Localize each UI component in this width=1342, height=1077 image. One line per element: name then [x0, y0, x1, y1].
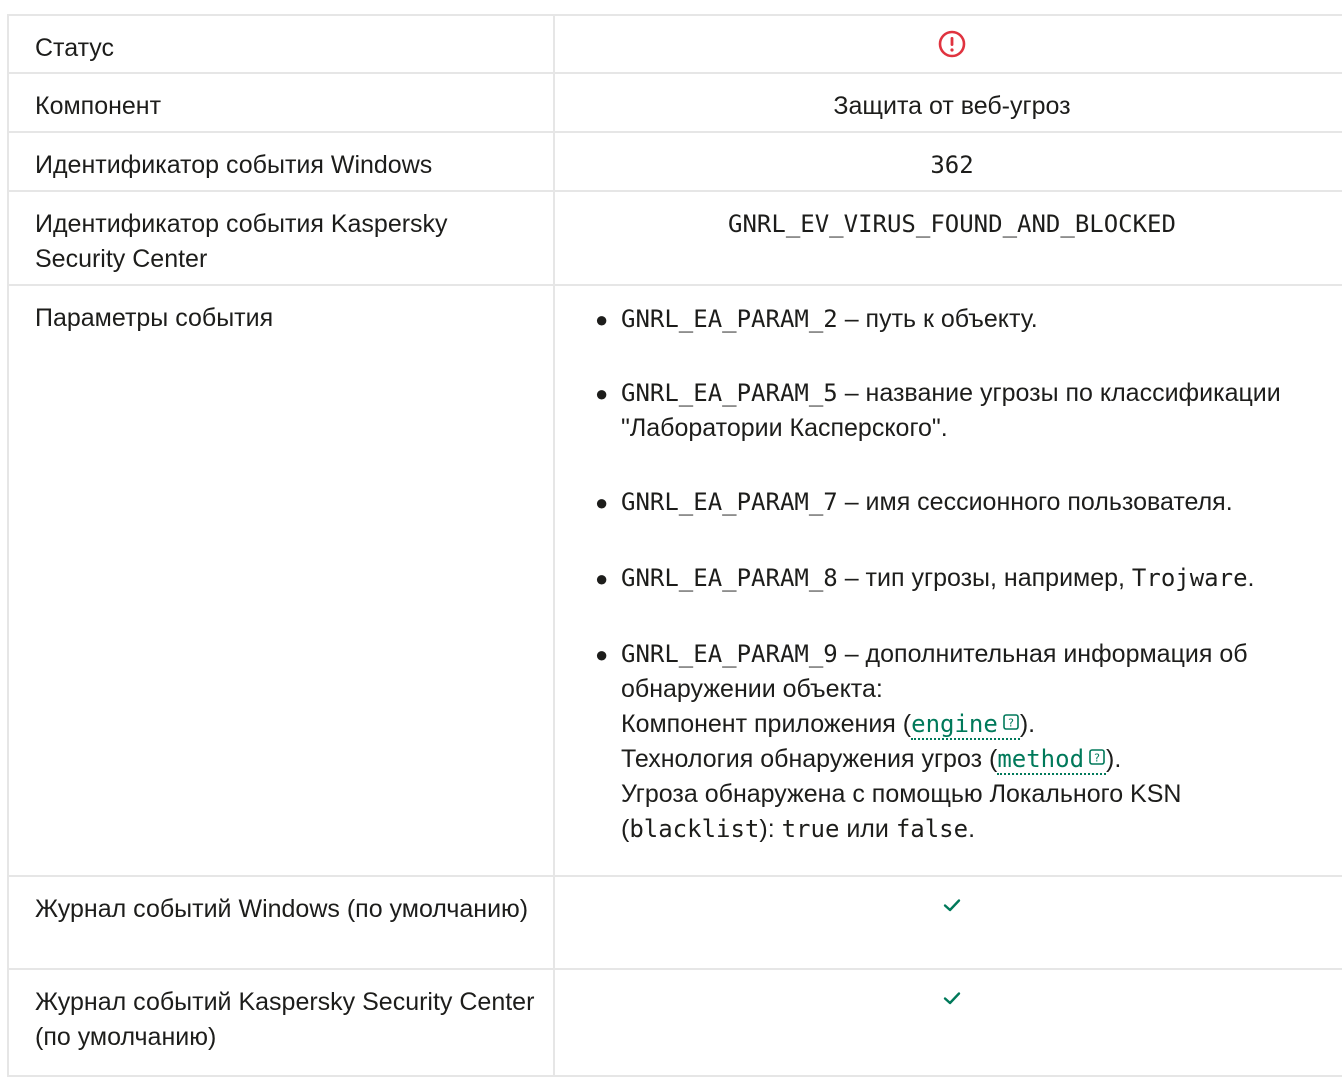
svg-text:?: ? — [1008, 717, 1014, 730]
windows-log-value — [553, 875, 1342, 970]
ksc-id-label: Идентификатор события Kaspersky Security… — [7, 190, 555, 286]
list-item: ● GNRL_EA_PARAM_9 – дополнительная информ… — [595, 640, 1248, 843]
component-label: Компонент — [7, 72, 555, 133]
table-row-component: Компонент Защита от веб-угроз — [7, 72, 1342, 133]
table-row-status: Статус — [7, 14, 1342, 74]
checkmark-icon — [941, 891, 963, 926]
list-item: ● GNRL_EA_PARAM_7 – имя сессионного польз… — [595, 488, 1233, 516]
event-table: Статус Компонент Защита от веб-угроз Иде… — [7, 14, 1342, 1077]
table-row-ksc-log: Журнал событий Kaspersky Security Center… — [7, 968, 1342, 1077]
tooltip-icon[interactable]: ? — [1002, 706, 1020, 741]
engine-link[interactable]: engine? — [911, 710, 1020, 740]
checkmark-icon — [941, 984, 963, 1019]
windows-log-label: Журнал событий Windows (по умолчанию) — [7, 875, 555, 970]
params-label: Параметры события — [7, 284, 555, 877]
list-item: ● GNRL_EA_PARAM_2 – путь к объекту. — [595, 305, 1038, 333]
error-circle-icon — [937, 29, 967, 69]
table-row-params: Параметры события ● GNRL_EA_PARAM_2 – пут… — [7, 284, 1342, 877]
table-row-ksc-id: Идентификатор события Kaspersky Security… — [7, 190, 1342, 286]
svg-text:?: ? — [1094, 752, 1100, 765]
tooltip-icon[interactable]: ? — [1088, 741, 1106, 776]
windows-id-label: Идентификатор события Windows — [7, 131, 555, 192]
params-value: ● GNRL_EA_PARAM_2 – путь к объекту. ● GNRL… — [553, 284, 1342, 877]
status-label: Статус — [7, 14, 555, 74]
params-list: ● GNRL_EA_PARAM_2 – путь к объекту. ● GNRL… — [595, 302, 1342, 847]
list-item: ● GNRL_EA_PARAM_8 – тип угрозы, например,… — [595, 564, 1255, 592]
method-link[interactable]: method? — [997, 745, 1107, 775]
list-item: ● GNRL_EA_PARAM_5 – название угрозы по кл… — [595, 379, 1281, 442]
ksc-id-value: GNRL_EV_VIRUS_FOUND_AND_BLOCKED — [728, 210, 1176, 238]
table-row-windows-log: Журнал событий Windows (по умолчанию) — [7, 875, 1342, 970]
ksc-log-value — [553, 968, 1342, 1077]
component-value: Защита от веб-угроз — [553, 72, 1342, 133]
status-value — [553, 14, 1342, 74]
ksc-log-label: Журнал событий Kaspersky Security Center… — [7, 968, 555, 1077]
windows-id-value: 362 — [930, 151, 974, 179]
table-row-windows-id: Идентификатор события Windows 362 — [7, 131, 1342, 192]
